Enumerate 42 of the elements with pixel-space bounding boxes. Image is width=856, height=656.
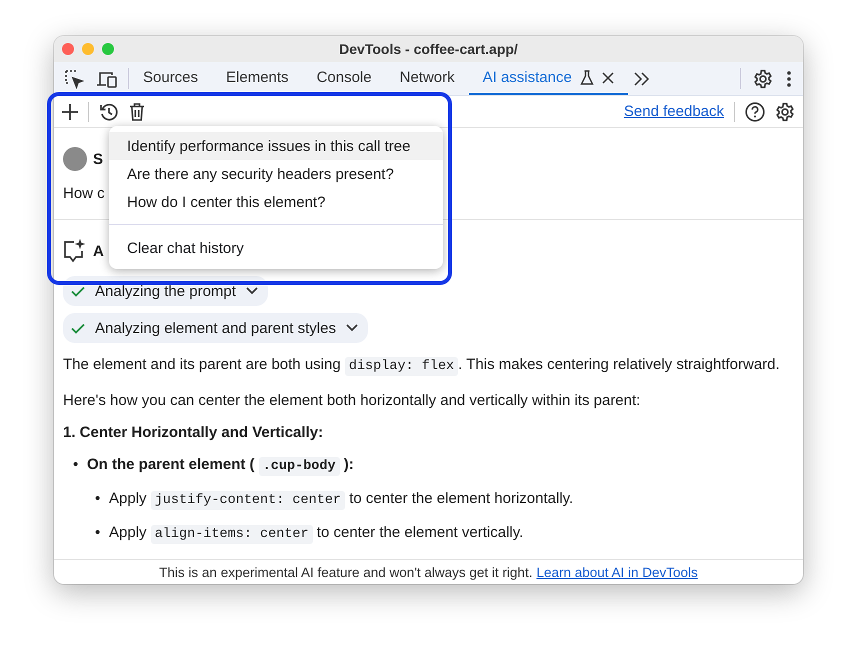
bullet-text: Apply align-items: center to center the element vertically.: [109, 524, 524, 541]
user-name: S: [93, 150, 104, 168]
bullet-marker: •: [73, 455, 80, 475]
user-message: How c: [63, 185, 105, 202]
trash-icon[interactable]: [129, 102, 145, 120]
learn-more-link[interactable]: Learn about AI in DevTools: [536, 564, 698, 580]
step-chip[interactable]: Analyzing element and parent styles: [63, 313, 368, 343]
bullet-marker: •: [95, 489, 102, 509]
bullet-text: Apply justify-content: center to center the element horizontally.: [109, 490, 574, 507]
panel-tab[interactable]: Network: [386, 62, 469, 95]
history-icon[interactable]: [99, 102, 119, 122]
settings-icon[interactable]: [775, 102, 795, 122]
menu-item[interactable]: Clear chat history: [109, 233, 443, 263]
more-tabs-icon[interactable]: [634, 72, 650, 86]
close-window-button[interactable]: [62, 43, 74, 55]
panel-tab[interactable]: AI assistance: [468, 62, 628, 95]
disclaimer-text: This is an experimental AI feature and won't always get it right.: [159, 564, 532, 580]
window-title: DevTools - coffee-cart.app/: [339, 41, 518, 57]
answer-paragraph: The element and its parent are both using display: flex . This makes centering relatively straightforward.: [63, 355, 781, 378]
bullet-text: On the parent element ( .cup-body ):: [87, 456, 354, 473]
panel-tab[interactable]: Sources: [129, 62, 212, 95]
close-icon[interactable]: [602, 72, 614, 84]
bullet-marker: •: [95, 523, 102, 543]
user-avatar: [63, 147, 87, 171]
inspect-element-icon[interactable]: [64, 68, 84, 88]
menu-item[interactable]: Identify performance issues in this call tree: [109, 132, 443, 160]
settings-icon[interactable]: [753, 68, 773, 88]
help-icon[interactable]: [745, 102, 765, 122]
answer-paragraph: Here's how you can center the element both horizontally and vertically within its parent:: [63, 391, 642, 411]
answer-heading: 1. Center Horizontally and Vertically:: [63, 423, 324, 443]
flask-icon: [580, 70, 594, 86]
send-feedback-link[interactable]: Send feedback: [624, 103, 724, 120]
panel-tab[interactable]: Elements: [212, 62, 303, 95]
chevron-down-icon: [346, 324, 358, 332]
panel-tab[interactable]: Console: [302, 62, 386, 95]
more-options-icon[interactable]: [787, 70, 791, 86]
menu-item[interactable]: Are there any security headers present?: [109, 160, 443, 188]
menu-item[interactable]: How do I center this element?: [109, 188, 443, 216]
ai-chat-icon: [63, 239, 85, 263]
plus-icon[interactable]: [62, 104, 78, 120]
ai-name: A: [93, 242, 104, 260]
chevron-down-icon: [246, 287, 258, 295]
